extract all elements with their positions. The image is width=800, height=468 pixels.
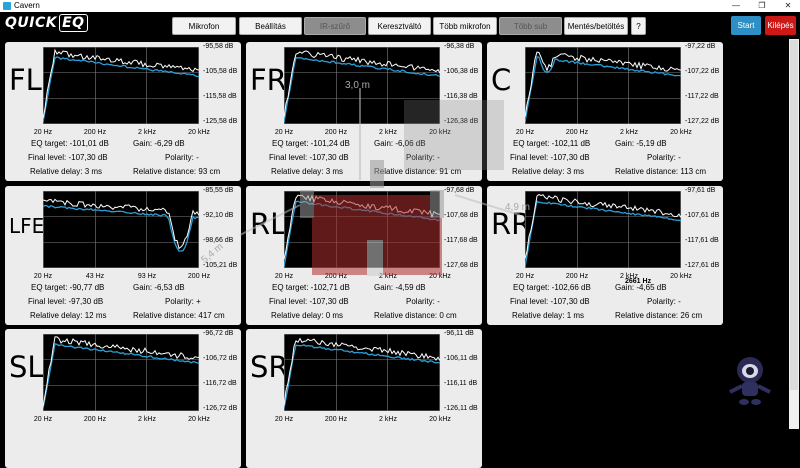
room-side-label: 4,9 m <box>505 202 531 213</box>
room-height-label: 3,0 m <box>345 80 371 91</box>
frequency-tooltip: 2661 Hz <box>625 278 652 285</box>
mascot-robot-icon <box>729 357 771 405</box>
speaker-rl-shape <box>300 190 314 218</box>
front-line <box>239 204 301 236</box>
room-overlay <box>239 88 521 276</box>
speaker-c-shape <box>370 160 384 188</box>
room-wall-shape <box>404 100 504 170</box>
speaker-sub-shape <box>367 240 383 276</box>
speaker-rr-shape <box>430 190 444 218</box>
